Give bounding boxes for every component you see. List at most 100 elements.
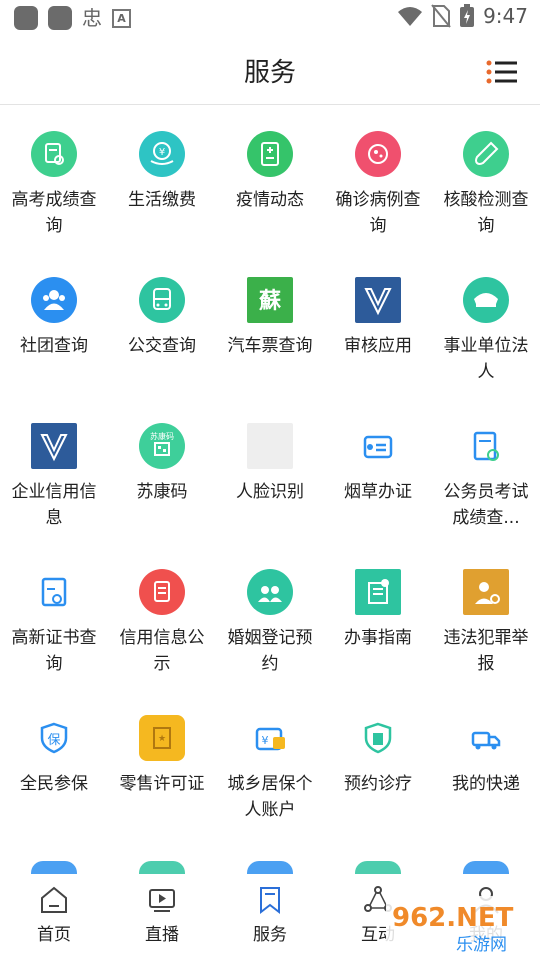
service-label: 婚姻登记预约 (227, 628, 313, 674)
svg-text:★: ★ (158, 734, 166, 744)
service-label: 全民参保 (20, 774, 88, 794)
service-label: 烟草办证 (344, 482, 412, 502)
service-label: 生活缴费 (128, 190, 196, 210)
document-icon (139, 569, 185, 615)
partial-service-icon[interactable] (355, 861, 401, 875)
service-label: 公交查询 (128, 336, 196, 356)
service-tile[interactable]: 高考成绩查询 (0, 131, 108, 239)
play-icon (149, 889, 175, 912)
service-tile[interactable]: 企业信用信息 (0, 423, 108, 531)
license-icon: ★ (139, 715, 185, 761)
service-label: 确诊病例查询 (335, 190, 421, 236)
service-tile[interactable]: 事业单位法人 (432, 277, 540, 385)
clock: 9:47 (483, 4, 528, 28)
clipboard-search-icon (473, 431, 499, 461)
watermark-subtext: 乐游网 (456, 935, 507, 955)
service-tile[interactable]: 苏康码 苏康码 (108, 423, 216, 505)
hospital-shield-icon (364, 722, 392, 754)
certificate-icon (41, 577, 67, 607)
payment-icon: ¥ (139, 131, 185, 177)
service-label: 公务员考试成绩查... (443, 482, 529, 528)
guide-icon (355, 569, 401, 615)
svg-text:蘇: 蘇 (258, 288, 281, 314)
service-tile[interactable]: ¥ 城乡居保个人账户 (216, 715, 324, 823)
service-label: 核酸检测查询 (443, 190, 529, 236)
status-left: 忠 A (14, 6, 131, 30)
service-tile[interactable]: 高新证书查询 (0, 569, 108, 677)
tab-label: 服务 (253, 925, 287, 945)
service-tile[interactable]: 疫情动态 (216, 131, 324, 213)
service-label: 汽车票查询 (227, 336, 313, 356)
partial-service-icon[interactable] (139, 861, 185, 875)
v-logo-icon (31, 423, 77, 469)
tab-live[interactable]: 直播 (108, 884, 216, 945)
service-tile[interactable]: 我的快递 (432, 715, 540, 797)
tab-home[interactable]: 首页 (0, 884, 108, 945)
svg-text:¥: ¥ (159, 147, 165, 158)
service-label: 人脸识别 (236, 482, 304, 502)
battery-icon (460, 4, 475, 27)
service-label: 事业单位法人 (443, 336, 529, 382)
service-tile[interactable]: 预约诊疗 (324, 715, 432, 797)
site-watermark: 962.NET 乐游网 (386, 896, 536, 956)
app-notification-icon (48, 6, 72, 30)
exam-score-icon (31, 131, 77, 177)
svg-text:苏康码: 苏康码 (150, 431, 174, 441)
id-card-icon (363, 435, 393, 459)
partial-service-icon[interactable] (247, 861, 293, 875)
service-tile[interactable]: 人脸识别 (216, 423, 324, 505)
service-label: 高新证书查询 (11, 628, 97, 674)
epidemic-icon (247, 131, 293, 177)
menu-list-icon[interactable] (486, 60, 518, 84)
home-icon (41, 886, 67, 913)
service-label: 审核应用 (344, 336, 412, 356)
service-tile[interactable]: 核酸检测查询 (432, 131, 540, 239)
group-icon (31, 277, 77, 323)
service-label: 我的快递 (452, 774, 520, 794)
service-tile[interactable]: 审核应用 (324, 277, 432, 359)
service-tile[interactable]: ¥ 生活缴费 (108, 131, 216, 213)
virus-icon (355, 131, 401, 177)
service-label: 城乡居保个人账户 (227, 774, 313, 820)
bus-icon (139, 277, 185, 323)
svg-text:保: 保 (47, 733, 60, 748)
page-header: 服务 (0, 36, 540, 105)
service-label: 疫情动态 (236, 190, 304, 210)
status-right: 9:47 (397, 4, 528, 28)
service-label: 信用信息公示 (119, 628, 205, 674)
delivery-truck-icon (471, 731, 501, 750)
service-tile[interactable]: 公务员考试成绩查... (432, 423, 540, 531)
insurance-shield-icon: 保 (40, 722, 68, 754)
face-placeholder-icon (247, 423, 293, 469)
service-label: 办事指南 (344, 628, 412, 648)
service-tile[interactable]: 烟草办证 (324, 423, 432, 505)
service-tile[interactable]: 蘇汽车票查询 (216, 277, 324, 359)
service-tile[interactable]: 信用信息公示 (108, 569, 216, 677)
health-code-icon: 苏康码 (139, 423, 185, 469)
couple-icon (247, 569, 293, 615)
partial-service-icon[interactable] (463, 861, 509, 875)
service-label: 违法犯罪举报 (443, 628, 529, 674)
su-calligraphy-icon: 蘇 (247, 277, 293, 323)
service-tile[interactable]: 公交查询 (108, 277, 216, 359)
service-label: 社团查询 (20, 336, 88, 356)
service-tile[interactable]: 确诊病例查询 (324, 131, 432, 239)
service-tile[interactable]: 保全民参保 (0, 715, 108, 797)
status-bar: 忠 A 9:47 (0, 0, 540, 36)
service-tile[interactable]: 婚姻登记预约 (216, 569, 324, 677)
tab-label: 直播 (145, 925, 179, 945)
service-tile[interactable]: 办事指南 (324, 569, 432, 651)
app-notification-icon (14, 6, 38, 30)
service-label: 苏康码 (136, 482, 188, 502)
service-tile[interactable]: ★ 零售许可证 (108, 715, 216, 797)
page-title: 服务 (243, 58, 296, 88)
service-tile[interactable]: 社团查询 (0, 277, 108, 359)
service-label: 企业信用信息 (11, 482, 97, 528)
notification-glyph: 忠 (82, 6, 102, 30)
tab-service[interactable]: 服务 (216, 884, 324, 945)
v-logo-icon (355, 277, 401, 323)
wifi-icon (398, 7, 423, 26)
bookmark-icon (260, 887, 280, 915)
partial-service-icon[interactable] (31, 861, 77, 875)
service-tile[interactable]: 违法犯罪举报 (432, 569, 540, 677)
